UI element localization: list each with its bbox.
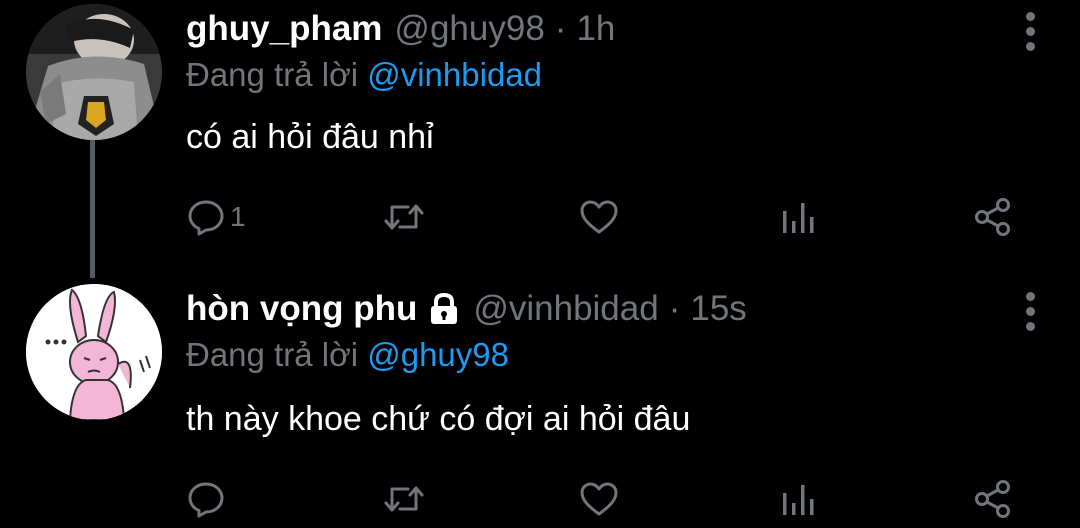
replying-prefix: Đang trả lời bbox=[186, 56, 359, 93]
tweet-actions bbox=[0, 474, 1080, 524]
tweet[interactable]: ghuy_pham @ghuy98 · 1h Đang trả lời @vin… bbox=[0, 0, 1080, 262]
reply-thread: ghuy_pham @ghuy98 · 1h Đang trả lời @vin… bbox=[0, 0, 1080, 528]
tweet-text: th này khoe chứ có đợi ai hỏi đâu bbox=[186, 400, 691, 438]
tweet[interactable]: hòn vọng phu @vinhbidad · 15s Đang trả l… bbox=[0, 262, 1080, 528]
replying-to-line: Đang trả lời @vinhbidad bbox=[186, 56, 542, 94]
replying-prefix: Đang trả lời bbox=[186, 336, 359, 373]
reply-count: 1 bbox=[230, 201, 246, 232]
share-icon bbox=[972, 196, 1014, 238]
retweet-button[interactable] bbox=[382, 474, 426, 524]
share-button[interactable] bbox=[972, 192, 1014, 242]
heart-icon bbox=[578, 197, 620, 237]
bar-chart-icon bbox=[778, 197, 818, 237]
separator-dot: · bbox=[668, 289, 681, 328]
stats-button[interactable] bbox=[778, 192, 818, 242]
tweet-text: có ai hỏi đâu nhỉ bbox=[186, 118, 434, 156]
retweet-button[interactable] bbox=[382, 192, 426, 242]
comment-bubble-icon bbox=[186, 479, 226, 519]
reply-button[interactable] bbox=[186, 474, 230, 524]
vertical-dots-icon[interactable] bbox=[1026, 12, 1036, 57]
replying-to-mention[interactable]: @ghuy98 bbox=[367, 336, 509, 373]
heart-icon bbox=[578, 479, 620, 519]
replying-to-mention[interactable]: @vinhbidad bbox=[367, 56, 542, 93]
stats-button[interactable] bbox=[778, 474, 818, 524]
retweet-icon bbox=[382, 197, 426, 237]
share-icon bbox=[972, 478, 1014, 520]
separator-dot: · bbox=[554, 9, 567, 48]
timestamp[interactable]: 15s bbox=[690, 289, 746, 329]
tweet-header: hòn vọng phu @vinhbidad · 15s bbox=[186, 286, 747, 332]
bar-chart-icon bbox=[778, 479, 818, 519]
display-name[interactable]: ghuy_pham bbox=[186, 9, 382, 49]
display-name[interactable]: hòn vọng phu bbox=[186, 289, 417, 329]
user-handle[interactable]: @vinhbidad bbox=[473, 289, 658, 329]
user-handle[interactable]: @ghuy98 bbox=[394, 9, 544, 49]
share-button[interactable] bbox=[972, 474, 1014, 524]
timestamp[interactable]: 1h bbox=[576, 9, 615, 49]
vertical-dots-icon[interactable] bbox=[1026, 292, 1036, 337]
retweet-icon bbox=[382, 479, 426, 519]
lock-icon bbox=[427, 292, 461, 326]
tweet-header: ghuy_pham @ghuy98 · 1h bbox=[186, 6, 615, 52]
avatar[interactable] bbox=[26, 4, 162, 140]
like-button[interactable] bbox=[578, 192, 620, 242]
reply-button[interactable]: 1 bbox=[186, 192, 246, 242]
replying-to-line: Đang trả lời @ghuy98 bbox=[186, 336, 509, 374]
like-button[interactable] bbox=[578, 474, 620, 524]
comment-bubble-icon bbox=[186, 197, 226, 237]
tweet-actions: 1 bbox=[0, 192, 1080, 242]
avatar[interactable] bbox=[26, 284, 162, 420]
